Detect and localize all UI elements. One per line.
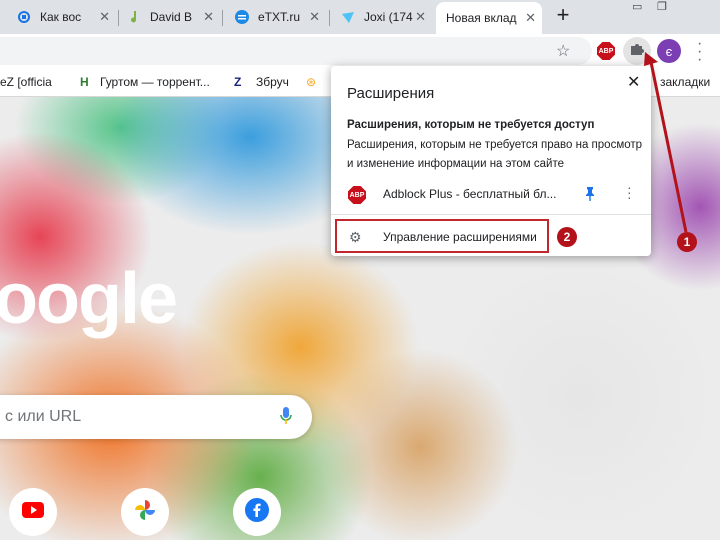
annotation-badge-2: 2 bbox=[557, 227, 577, 247]
annotation-arrow bbox=[644, 52, 688, 233]
annotation-badge-1: 1 bbox=[677, 232, 697, 252]
